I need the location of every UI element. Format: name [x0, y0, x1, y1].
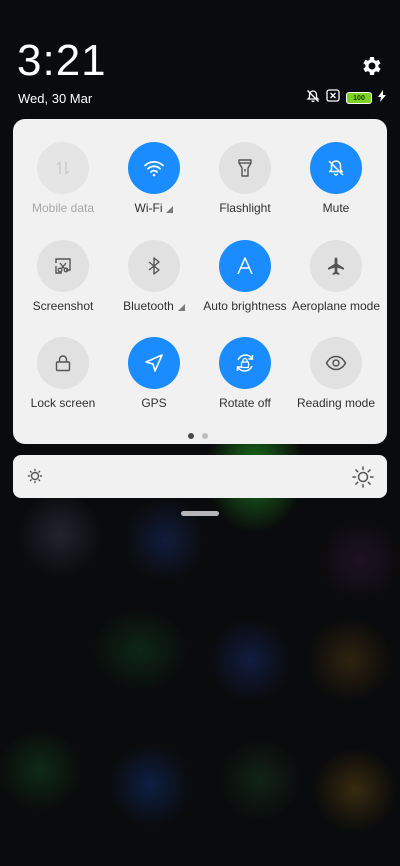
battery-icon: 100: [346, 92, 372, 104]
tile-label: Bluetooth: [123, 299, 174, 313]
screenshot-icon: [37, 240, 89, 292]
page-indicator: [188, 433, 208, 439]
status-icons: 100: [306, 89, 386, 108]
tile-label: Mute: [322, 201, 350, 215]
airplane-icon: [310, 240, 362, 292]
no-sim-icon: [326, 89, 340, 107]
detail-arrow-icon: [177, 303, 185, 311]
tile-label: Reading mode: [296, 396, 376, 410]
tile-label: Screenshot: [32, 299, 94, 313]
brightness-low-icon: [27, 468, 43, 489]
tile-reading-mode[interactable]: Reading mode: [290, 337, 382, 410]
tile-screenshot[interactable]: Screenshot: [17, 240, 109, 313]
settings-gear-icon[interactable]: [360, 54, 384, 78]
bell-off-icon: [310, 142, 362, 194]
quick-settings-panel: Mobile data Wi-Fi Flashlight Mute Screen…: [13, 119, 387, 444]
tile-label: Rotate off: [219, 396, 271, 410]
wifi-icon: [128, 142, 180, 194]
tile-flashlight[interactable]: Flashlight: [199, 142, 291, 215]
tile-label: Lock screen: [30, 396, 96, 410]
tile-label-row: Wi-Fi: [108, 201, 200, 215]
tile-label: Wi-Fi: [134, 201, 163, 215]
tile-label: Auto brightness: [203, 299, 287, 313]
tile-auto-brightness[interactable]: Auto brightness: [199, 240, 291, 313]
tile-bluetooth[interactable]: Bluetooth: [108, 240, 200, 313]
detail-arrow-icon: [166, 205, 174, 213]
brightness-high-icon: [352, 466, 374, 493]
tile-gps[interactable]: GPS: [108, 337, 200, 410]
gps-icon: [128, 337, 180, 389]
battery-level: 100: [353, 94, 365, 102]
charging-icon: [378, 89, 386, 107]
tile-label: Flashlight: [219, 201, 271, 215]
tile-wifi[interactable]: Wi-Fi: [108, 142, 200, 215]
tile-aeroplane-mode[interactable]: Aeroplane mode: [290, 240, 382, 313]
rotation-lock-icon: [219, 337, 271, 389]
page-dot-active[interactable]: [188, 433, 194, 439]
drag-handle[interactable]: [181, 511, 219, 516]
tile-lock-screen[interactable]: Lock screen: [17, 337, 109, 410]
clock: 3:21: [17, 36, 107, 85]
tile-mute[interactable]: Mute: [290, 142, 382, 215]
mobile-data-icon: [37, 142, 89, 194]
tile-mobile-data[interactable]: Mobile data: [17, 142, 109, 215]
page-dot[interactable]: [202, 433, 208, 439]
auto-brightness-icon: [219, 240, 271, 292]
tile-label-row: Bluetooth: [108, 299, 200, 313]
tile-label: Aeroplane mode: [291, 299, 381, 313]
no-notification-icon: [306, 89, 320, 108]
lock-icon: [37, 337, 89, 389]
tile-label: Mobile data: [31, 201, 95, 215]
brightness-slider[interactable]: [13, 455, 387, 498]
tile-label: GPS: [141, 396, 167, 410]
tile-rotate-off[interactable]: Rotate off: [199, 337, 291, 410]
eye-icon: [310, 337, 362, 389]
date-label: Wed, 30 Mar: [18, 91, 93, 106]
flashlight-icon: [219, 142, 271, 194]
bluetooth-icon: [128, 240, 180, 292]
